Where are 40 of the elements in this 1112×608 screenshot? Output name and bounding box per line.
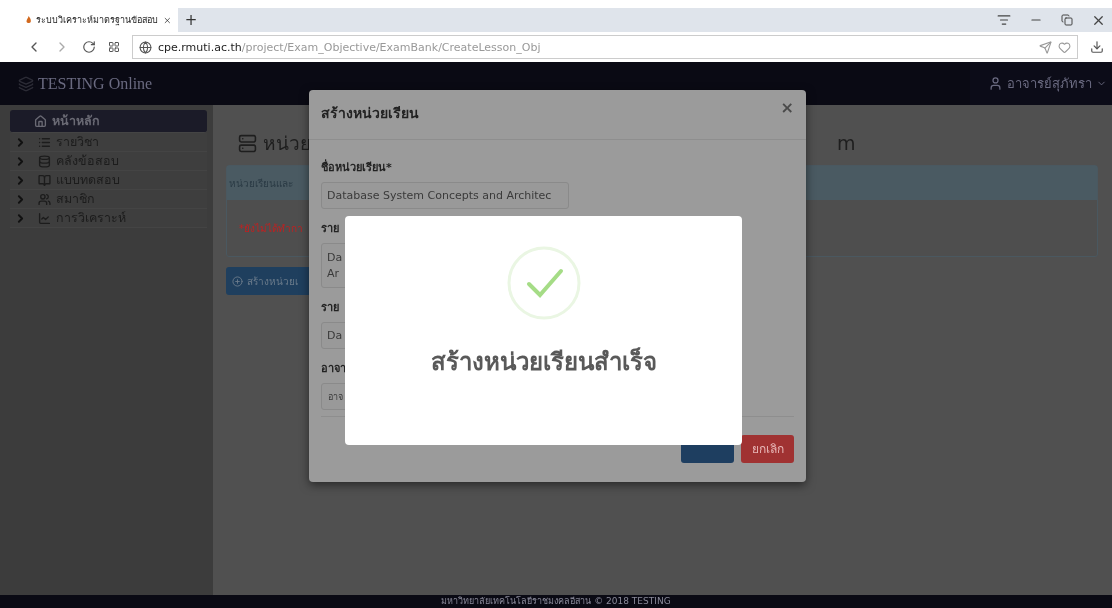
field-label: ชื่อหน่วยเรียน* xyxy=(321,158,393,176)
layers-icon xyxy=(18,75,34,92)
warning-note: *ยังไม่ได้ทำกา xyxy=(239,221,303,236)
restore-icon[interactable] xyxy=(1061,14,1073,26)
user-menu[interactable]: อาจารย์สุภัทรา xyxy=(970,62,1112,105)
new-tab-button[interactable]: + xyxy=(178,8,204,32)
heart-icon[interactable] xyxy=(1058,40,1071,54)
cancel-button[interactable]: ยกเลิก xyxy=(741,434,794,463)
flame-icon xyxy=(26,14,32,26)
user-icon xyxy=(988,76,1003,91)
field-label: ราย xyxy=(321,221,340,237)
text-line: Da xyxy=(327,250,343,266)
success-check-icon xyxy=(506,246,581,320)
reload-icon[interactable] xyxy=(82,40,96,54)
server-icon xyxy=(238,133,257,153)
brand-name[interactable]: TESTING Online xyxy=(34,74,153,93)
book-icon xyxy=(38,173,51,187)
address-bar[interactable]: cpe.rmuti.ac.th/project/Exam_Objective/ExamBank/CreateLesson_Obj xyxy=(132,35,1078,59)
tab-title: ระบบวิเคราะห์มาตรฐานข้อสอบ xyxy=(36,14,159,27)
users-icon xyxy=(38,192,51,206)
modal-title: สร้างหน่วยเรียน xyxy=(321,103,419,123)
house-icon xyxy=(34,114,47,128)
download-icon[interactable] xyxy=(1090,40,1104,54)
send-icon[interactable] xyxy=(1039,40,1052,54)
footer-text: มหาวิทยาลัยเทคโนโลยีราชมงคลอีสาน © 2018 TESTING xyxy=(441,596,671,607)
list-icon xyxy=(38,135,51,149)
tab-menu-icon[interactable] xyxy=(997,13,1011,27)
line-chart-icon xyxy=(38,211,51,225)
sidebar-item[interactable]: หน้าหลัก xyxy=(10,110,207,133)
success-message: สร้างหน่วยเรียนสำเร็จ xyxy=(430,346,657,378)
browser-tab[interactable]: ระบบวิเคราะห์มาตรฐานข้อสอบ xyxy=(0,8,178,32)
text-line: Ar xyxy=(327,266,340,282)
plus-circle-icon xyxy=(232,275,243,287)
globe-icon xyxy=(139,40,152,54)
url-text: cpe.rmuti.ac.th/project/Exam_Objective/ExamBank/CreateLesson_Obj xyxy=(158,40,541,54)
close-button[interactable]: × xyxy=(780,98,794,117)
input-field[interactable]: Database System Concepts and Architec xyxy=(321,182,569,209)
database-icon xyxy=(38,154,51,168)
grid-icon[interactable] xyxy=(108,41,120,53)
field-label: ราย xyxy=(321,300,340,316)
